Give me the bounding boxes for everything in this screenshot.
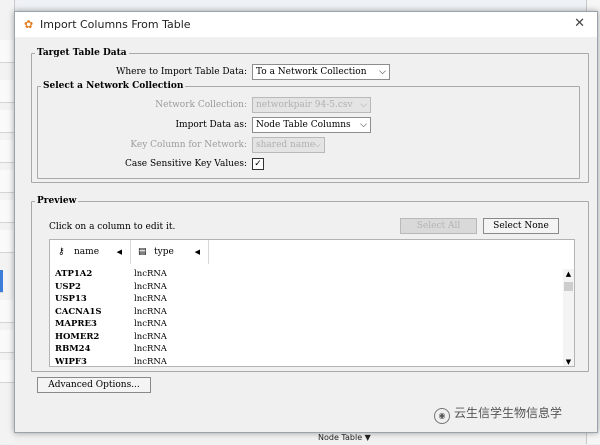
dialog-titlebar[interactable]: ✿ Import Columns From Table ✕ xyxy=(15,12,597,37)
where-to-import-label: Where to Import Table Data: xyxy=(116,67,247,77)
network-collection-dropdown[interactable]: networkpair 94-5.csv ⌵ xyxy=(252,97,371,113)
close-icon[interactable]: ✕ xyxy=(574,16,585,31)
preview-legend: Preview xyxy=(37,196,77,206)
background-bottom-panel xyxy=(14,432,586,445)
advanced-options-button[interactable]: Advanced Options... xyxy=(37,377,151,393)
preview-table: ⚷ name ◀ ▤ type ◀ ATP1A2 lncRNA USP2 lncRN… xyxy=(49,239,575,367)
select-all-button[interactable]: Select All xyxy=(400,218,477,234)
table-row[interactable]: ATP1A2 lncRNA xyxy=(50,269,574,282)
import-data-as-label: Import Data as: xyxy=(175,120,248,130)
wechat-icon: ◉ xyxy=(434,408,450,424)
vertical-scrollbar[interactable]: ▲ ▼ xyxy=(563,269,574,366)
selected-row-marker xyxy=(0,270,3,293)
node-table-tab[interactable]: Node Table ▼ xyxy=(318,433,371,442)
target-table-data-legend: Target Table Data xyxy=(37,48,127,58)
table-row[interactable]: USP13 lncRNA xyxy=(50,294,574,307)
network-collection-label: Network Collection: xyxy=(155,100,247,110)
key-icon: ⚷ xyxy=(58,247,65,257)
cytoscape-logo-icon: ✿ xyxy=(24,18,34,31)
table-row[interactable]: RBM24 lncRNA xyxy=(50,344,574,357)
scroll-up-icon[interactable]: ▲ xyxy=(563,270,574,278)
table-row[interactable]: MAPRE3 lncRNA xyxy=(50,319,574,332)
table-row[interactable]: CACNA1S lncRNA xyxy=(50,307,574,320)
column-header-name[interactable]: ⚷ name ◀ xyxy=(50,240,131,264)
dialog-title: Import Columns From Table xyxy=(40,18,191,31)
import-columns-dialog: ✿ Import Columns From Table ✕ Target Tab… xyxy=(14,11,598,433)
key-column-label: Key Column for Network: xyxy=(130,140,247,150)
network-collection-legend: Select a Network Collection xyxy=(43,81,184,91)
scrollbar-thumb[interactable] xyxy=(564,282,573,291)
import-data-as-dropdown[interactable]: Node Table Columns ⌵ xyxy=(252,117,371,133)
scroll-down-icon[interactable]: ▼ xyxy=(563,358,574,366)
background-left-panel xyxy=(0,0,15,444)
sort-left-icon[interactable]: ◀ xyxy=(195,240,200,264)
table-row[interactable]: HOMER2 lncRNA xyxy=(50,332,574,345)
table-row[interactable]: USP2 lncRNA xyxy=(50,282,574,295)
table-header: ⚷ name ◀ ▤ type ◀ xyxy=(50,240,574,264)
chevron-down-icon: ⌵ xyxy=(360,100,367,110)
case-sensitive-checkbox[interactable]: ✓ xyxy=(252,158,264,170)
where-to-import-dropdown[interactable]: To a Network Collection ⌵ xyxy=(252,64,390,80)
document-icon: ▤ xyxy=(138,247,147,257)
select-none-button[interactable]: Select None xyxy=(483,218,559,234)
case-sensitive-label: Case Sensitive Key Values: xyxy=(124,159,247,169)
chevron-down-icon: ⌵ xyxy=(379,67,386,77)
watermark: ◉ 云生信学生物信息学 xyxy=(434,404,562,424)
table-row[interactable]: WIPF3 lncRNA xyxy=(50,357,574,367)
column-header-type[interactable]: ▤ type ◀ xyxy=(130,240,209,264)
preview-hint: Click on a column to edit it. xyxy=(49,222,176,232)
sort-left-icon[interactable]: ◀ xyxy=(117,240,122,264)
checkmark-icon: ✓ xyxy=(254,159,262,169)
chevron-down-icon: ⌵ xyxy=(314,140,321,150)
key-column-dropdown[interactable]: shared name ⌵ xyxy=(252,137,325,153)
chevron-down-icon: ⌵ xyxy=(360,120,367,130)
